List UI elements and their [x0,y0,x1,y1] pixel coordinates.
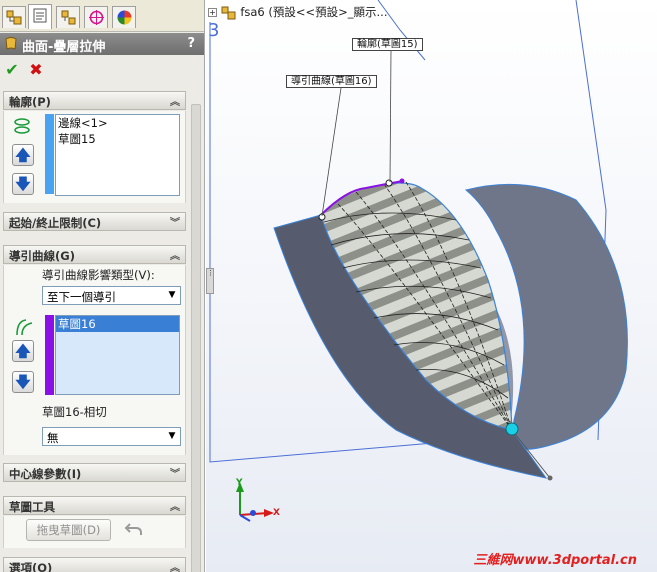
feature-title-bar: 曲面-疊層拉伸 ? [0,33,204,55]
guide-curve-icon [16,319,33,336]
model-viewport: 3 [208,0,628,522]
section-guides-title: 導引曲線(G) [9,249,75,263]
property-manager-panel: 曲面-疊層拉伸 ? ✔ ✖ 輪廓(P) ︽ 🡅 🡇 邊線<1> 草圖15 起始/… [0,0,205,572]
part-icon [221,6,236,19]
move-up-button[interactable]: 🡅 [12,144,34,166]
profile-endpoint[interactable] [399,178,405,184]
axis-y-label: Y [236,478,243,488]
tab-dimxpert[interactable] [84,6,108,28]
panel-collapse-handle[interactable]: ⋮ [206,268,214,294]
section-guides-header[interactable]: 導引曲線(G) ︽ [3,245,186,264]
tab-display-manager[interactable] [112,6,136,28]
confirm-row: ✔ ✖ [0,58,204,84]
tangency-label: 草圖16-相切 [42,405,107,419]
section-sketch-tools-title: 草圖工具 [9,500,55,514]
manager-tabs [0,0,204,32]
tab-feature-manager[interactable] [2,6,26,28]
section-sketch-tools-body: 拖曳草圖(D) [3,516,186,548]
scrollbar-thumb[interactable] [191,104,201,572]
section-centerline-header[interactable]: 中心線參數(I) ︾ [3,463,186,482]
move-up-button[interactable]: 🡅 [12,340,34,362]
watermark: 三維网www.3dportal.cn [473,553,637,568]
section-options-title: 選項(O) [9,561,53,572]
ok-button[interactable]: ✔ [3,60,21,80]
section-profiles-body: 🡅 🡇 邊線<1> 草圖15 [3,111,186,203]
section-centerline-title: 中心線參數(I) [9,467,82,481]
panel-scrollbar[interactable] [189,90,203,572]
help-icon[interactable]: ? [187,36,195,51]
property-manager-icon [33,8,47,23]
loft-surface-icon [5,37,17,50]
feature-tree-flyout[interactable]: + fsa6 (預設<<預設>_顯示... [208,4,387,20]
section-constraints-title: 起始/終止限制(C) [9,216,102,230]
guide-callout[interactable]: 導引曲線(草圖16) [286,75,377,88]
profile-icon [14,118,30,134]
profiles-color-bar [45,114,54,194]
feature-title: 曲面-疊層拉伸 [22,40,106,55]
display-manager-icon [117,10,132,25]
move-down-button[interactable]: 🡇 [12,371,34,393]
profile-callout[interactable]: 輪廓(草圖15) [352,38,423,51]
tangency-type-value: 無 [47,431,59,445]
profile-endpoint[interactable] [385,179,393,187]
cancel-button[interactable]: ✖ [27,60,45,80]
guides-list[interactable]: 草圖16 [55,315,180,395]
profiles-list[interactable]: 邊線<1> 草圖15 [55,114,180,196]
axis-x-label: X [273,508,280,518]
feature-manager-icon [6,10,22,25]
influence-type-value: 至下一個導引 [47,290,116,304]
section-constraints-header[interactable]: 起始/終止限制(C) ︾ [3,212,186,231]
collapse-chevron-icon[interactable]: ︽ [170,247,180,262]
expand-chevron-icon[interactable]: ︾ [170,214,180,229]
connector-handle[interactable] [505,422,519,436]
undo-icon[interactable] [124,521,144,537]
drag-sketch-button[interactable]: 拖曳草圖(D) [26,519,111,541]
callout-leader [389,49,392,183]
collapse-chevron-icon[interactable]: ︽ [170,93,180,108]
dimxpert-icon [89,10,104,25]
collapse-chevron-icon[interactable]: ︽ [170,559,180,572]
tab-property-manager[interactable] [28,4,52,29]
list-item[interactable]: 草圖15 [56,131,179,147]
section-sketch-tools-header[interactable]: 草圖工具 ︽ [3,496,186,515]
view-number-label: 3 [208,20,219,41]
tangency-type-select[interactable]: 無 ▼ [42,427,181,446]
chevron-down-icon[interactable]: ▼ [164,428,180,445]
sketch-point [547,475,553,481]
tab-configuration-manager[interactable] [56,6,80,28]
influence-type-select[interactable]: 至下一個導引 ▼ [42,286,181,305]
chevron-down-icon[interactable]: ▼ [164,287,180,304]
expand-icon[interactable]: + [208,8,217,17]
list-item[interactable]: 邊線<1> [56,115,179,131]
list-item[interactable]: 草圖16 [56,316,179,332]
expand-chevron-icon[interactable]: ︾ [170,465,180,480]
move-down-button[interactable]: 🡇 [12,173,34,195]
section-profiles-header[interactable]: 輪廓(P) ︽ [3,91,186,110]
collapse-chevron-icon[interactable]: ︽ [170,498,180,513]
callout-leader [321,87,342,217]
configuration-manager-icon [61,10,76,25]
section-guides-body: 導引曲線影響類型(V): 至下一個導引 ▼ 🡅 🡇 草圖16 草圖16-相切 無… [3,265,186,455]
section-profiles-title: 輪廓(P) [9,95,51,109]
influence-type-label: 導引曲線影響類型(V): [42,268,155,282]
part-name: fsa6 (預設<<預設>_顯示... [240,5,388,19]
section-options-header[interactable]: 選項(O) ︽ [3,557,186,572]
graphics-area[interactable]: 3 + fsa6 (預設<<預設>_顯示... ⋮ 輪廓(草圖15) 導引曲線(… [206,0,657,572]
guides-color-bar [45,315,54,395]
